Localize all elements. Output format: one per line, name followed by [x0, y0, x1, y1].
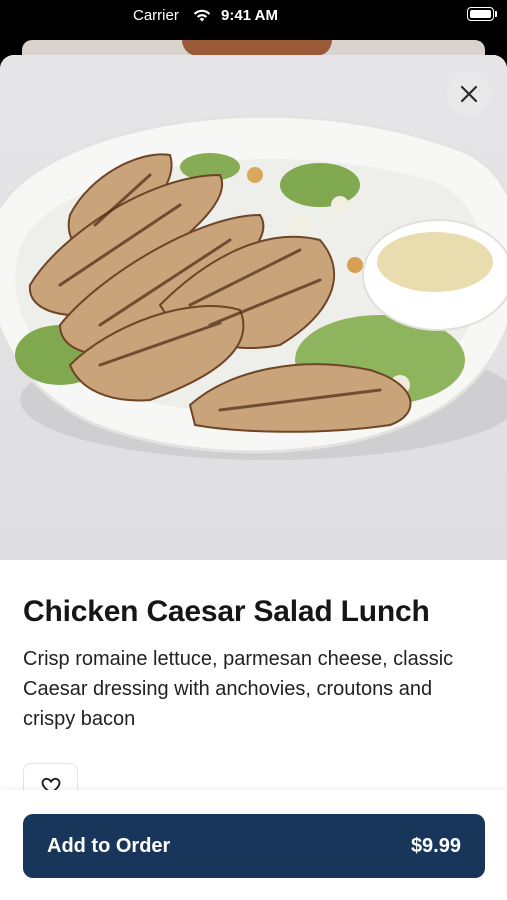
- item-detail-sheet: Chicken Caesar Salad Lunch Crisp romaine…: [0, 55, 507, 900]
- item-description: Crisp romaine lettuce, parmesan cheese, …: [23, 648, 454, 730]
- battery-icon: [467, 7, 494, 21]
- close-icon: [460, 85, 478, 103]
- status-bar: Carrier 9:41 AM: [0, 0, 507, 36]
- add-to-order-button[interactable]: Add to Order $9.99: [23, 814, 485, 878]
- bottom-action-bar: Add to Order $9.99: [0, 790, 507, 900]
- add-to-order-label: Add to Order: [47, 834, 171, 857]
- carrier-label: Carrier: [133, 7, 179, 24]
- battery-cap: [495, 11, 497, 17]
- clock: 9:41 AM: [221, 7, 278, 24]
- close-button[interactable]: [447, 72, 491, 116]
- item-price: $9.99: [410, 834, 461, 857]
- salad-photo: [0, 55, 507, 560]
- wifi-icon: [192, 8, 212, 27]
- item-title: Chicken Caesar Salad Lunch: [23, 595, 430, 628]
